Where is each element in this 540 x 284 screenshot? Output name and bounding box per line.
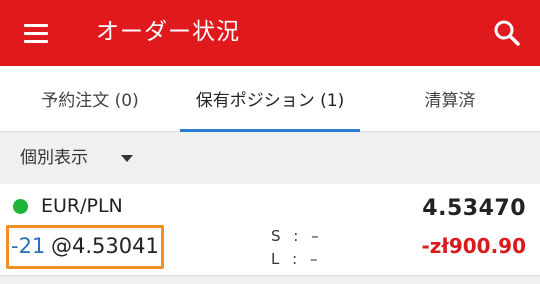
- current-price: 4.53470: [422, 196, 526, 221]
- app-bar: オーダー状況: [0, 0, 540, 66]
- tab-open-positions[interactable]: 保有ポジション (1): [180, 66, 360, 132]
- position-row[interactable]: EUR/PLN 4.53470 -21 @4.53041 S : – L : –…: [0, 184, 540, 276]
- tab-pending-orders[interactable]: 予約注文 (0): [0, 66, 180, 132]
- position-quantity: -21: [11, 234, 46, 258]
- tab-closed-label: 清算済: [424, 91, 476, 111]
- entry-price: @4.53041: [51, 234, 159, 258]
- search-icon[interactable]: [488, 14, 526, 52]
- tab-closed[interactable]: 清算済: [360, 66, 540, 132]
- tab-pending-orders-label: 予約注文 (0): [41, 91, 139, 111]
- hamburger-menu-icon[interactable]: [18, 18, 56, 48]
- position-symbol: EUR/PLN: [41, 195, 123, 217]
- profit-loss: -zł900.90: [421, 234, 526, 258]
- display-mode-label: 個別表示: [20, 148, 88, 168]
- page-title: オーダー状況: [96, 19, 240, 45]
- chevron-down-icon: [121, 155, 133, 162]
- tab-selected-indicator: [180, 129, 360, 132]
- tab-open-positions-label: 保有ポジション (1): [195, 91, 345, 111]
- display-mode-dropdown[interactable]: 個別表示: [0, 133, 540, 183]
- status-dot-icon: [13, 199, 28, 214]
- tab-bar: 予約注文 (0) 保有ポジション (1) 清算済: [0, 66, 540, 132]
- stop-loss-value: S : –: [271, 227, 323, 245]
- limit-value: L : –: [271, 250, 322, 268]
